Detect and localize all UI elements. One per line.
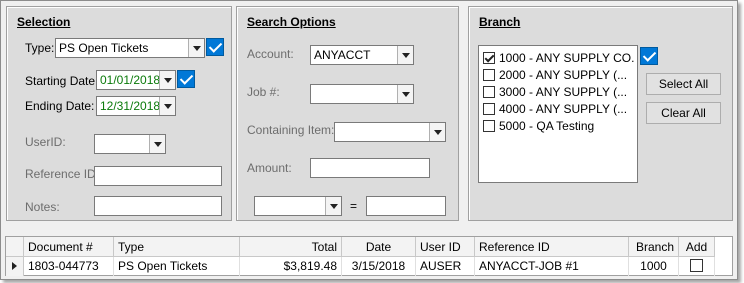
select-all-button[interactable]: Select All — [646, 73, 721, 95]
branch-item-checkbox[interactable] — [483, 51, 495, 64]
userid-select[interactable] — [94, 134, 166, 154]
cell-branch[interactable]: 1000 — [629, 257, 679, 276]
calendar-dropdown-icon[interactable] — [159, 71, 175, 89]
chevron-down-icon[interactable] — [429, 123, 445, 141]
account-select-value: ANYACCT — [314, 48, 371, 62]
chevron-down-icon[interactable] — [397, 85, 413, 103]
chevron-down-icon[interactable] — [149, 135, 165, 153]
equals-sign: = — [350, 199, 358, 213]
cell-document[interactable]: 1803-044773 — [24, 257, 114, 276]
account-select[interactable]: ANYACCT — [310, 45, 414, 65]
account-label: Account: — [247, 47, 294, 61]
notes-input[interactable] — [94, 196, 222, 216]
cell-type[interactable]: PS Open Tickets — [114, 257, 240, 276]
cell-reference-id[interactable]: ANYACCT-JOB #1 — [475, 257, 629, 276]
branch-item[interactable]: 4000 - ANY SUPPLY (... — [483, 100, 627, 117]
grid-corner — [6, 237, 24, 257]
starting-date-checkbox[interactable] — [177, 70, 195, 88]
amount-input[interactable] — [310, 158, 430, 178]
column-header-reference-id[interactable]: Reference ID — [475, 237, 629, 257]
branch-item-label: 2000 - ANY SUPPLY (... — [499, 67, 628, 82]
clear-all-button[interactable]: Clear All — [646, 102, 721, 124]
ending-date-label: Ending Date: — [25, 99, 95, 113]
cell-user-id[interactable]: AUSER — [416, 257, 475, 276]
notes-label: Notes: — [25, 200, 60, 214]
selection-title: Selection — [17, 15, 71, 29]
ending-date-picker[interactable]: 12/31/2018 — [96, 96, 176, 116]
branch-item-label: 5000 - QA Testing — [499, 118, 595, 133]
branch-enable-checkbox[interactable] — [640, 47, 658, 65]
amount-operator-select[interactable] — [254, 196, 342, 216]
starting-date-picker[interactable]: 01/01/2018 — [96, 70, 176, 90]
branch-item-checkbox[interactable] — [483, 119, 495, 132]
branch-item-label: 1000 - ANY SUPPLY CO. — [499, 50, 635, 65]
type-label: Type: — [25, 41, 55, 55]
chevron-down-icon[interactable] — [188, 39, 204, 57]
cell-add[interactable] — [679, 257, 715, 276]
selection-group: Selection Type: PS Open Tickets Starting… — [6, 6, 232, 221]
type-select[interactable]: PS Open Tickets — [55, 38, 205, 58]
branch-item[interactable]: 5000 - QA Testing — [483, 117, 594, 134]
results-grid[interactable]: Document # Type Total Date User ID Refer… — [5, 236, 733, 276]
type-select-value: PS Open Tickets — [59, 41, 149, 55]
containing-item-label: Containing Item: — [247, 123, 335, 137]
job-select[interactable] — [310, 84, 414, 104]
cell-date[interactable]: 3/15/2018 — [342, 257, 416, 276]
type-enable-checkbox[interactable] — [206, 38, 224, 56]
report-window: Selection Type: PS Open Tickets Starting… — [0, 0, 738, 280]
row-selector-arrow-icon[interactable] — [6, 257, 24, 276]
column-header-total[interactable]: Total — [240, 237, 342, 257]
branch-item-checkbox[interactable] — [483, 102, 495, 115]
calendar-dropdown-icon[interactable] — [159, 97, 175, 115]
branch-item-label: 3000 - ANY SUPPLY (... — [499, 84, 628, 99]
branch-item[interactable]: 3000 - ANY SUPPLY (... — [483, 83, 627, 100]
compare-input[interactable] — [366, 196, 446, 216]
ending-date-value: 12/31/2018 — [100, 99, 161, 113]
branch-item[interactable]: 1000 - ANY SUPPLY CO. — [483, 49, 634, 66]
reference-id-input[interactable] — [94, 166, 222, 186]
job-label: Job #: — [247, 85, 280, 99]
cell-total[interactable]: $3,819.48 — [240, 257, 342, 276]
add-row-checkbox[interactable] — [690, 259, 703, 272]
branch-list[interactable]: 1000 - ANY SUPPLY CO. 2000 - ANY SUPPLY … — [478, 45, 638, 183]
column-header-document[interactable]: Document # — [24, 237, 114, 257]
column-header-date[interactable]: Date — [342, 237, 416, 257]
search-options-group: Search Options Account: ANYACCT Job #: C… — [236, 6, 459, 221]
chevron-down-icon[interactable] — [397, 46, 413, 64]
column-header-type[interactable]: Type — [114, 237, 240, 257]
branch-item-checkbox[interactable] — [483, 85, 495, 98]
branch-title: Branch — [479, 15, 521, 29]
reference-id-label: Reference ID: — [25, 167, 100, 181]
column-header-add[interactable]: Add — [679, 237, 715, 257]
starting-date-value: 01/01/2018 — [100, 73, 161, 87]
column-header-branch[interactable]: Branch — [629, 237, 679, 257]
starting-date-label: Starting Date: — [25, 74, 99, 88]
search-options-title: Search Options — [247, 15, 336, 29]
branch-item[interactable]: 2000 - ANY SUPPLY (... — [483, 66, 627, 83]
branch-item-label: 4000 - ANY SUPPLY (... — [499, 101, 628, 116]
branch-item-checkbox[interactable] — [483, 68, 495, 81]
column-header-user-id[interactable]: User ID — [416, 237, 475, 257]
amount-label: Amount: — [247, 161, 292, 175]
userid-label: UserID: — [25, 135, 66, 149]
chevron-down-icon[interactable] — [325, 197, 341, 215]
branch-group: Branch 1000 - ANY SUPPLY CO. 2000 - ANY … — [468, 6, 733, 221]
containing-item-select[interactable] — [334, 122, 446, 142]
